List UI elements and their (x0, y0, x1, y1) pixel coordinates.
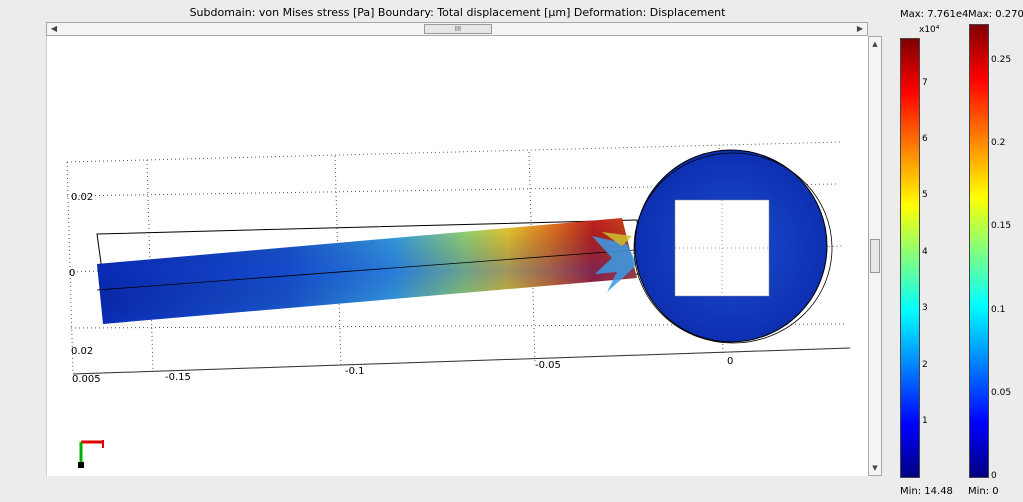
x-axis-line (72, 347, 851, 375)
stress-tick: 5 (922, 190, 928, 200)
stress-tick: 4 (922, 247, 928, 257)
axis-triad-icon (78, 440, 104, 468)
stress-max-label: Max: 7.761e4 (900, 9, 969, 20)
stress-colorbar (900, 38, 920, 478)
y-tick: 0.02 (71, 192, 93, 203)
stress-tick: 2 (922, 360, 928, 370)
x-tick: 0 (727, 356, 733, 367)
scroll-right-icon[interactable]: ▶ (853, 23, 867, 35)
disp-tick: 0.25 (991, 55, 1012, 65)
vertical-scrollbar[interactable]: ▲ ▼ (868, 36, 882, 476)
disp-tick: 0 (991, 471, 997, 481)
disp-tick: 0.1 (991, 305, 1006, 315)
disp-tick: 0.2 (991, 138, 1006, 148)
x-tick: -0.1 (345, 366, 365, 377)
horizontal-scrollbar[interactable]: ◀ III ▶ (46, 22, 868, 36)
plot-title: Subdomain: von Mises stress [Pa] Boundar… (189, 6, 726, 19)
y-tick: 0 (69, 268, 75, 279)
stress-tick: 6 (922, 134, 928, 144)
vertical-scroll-thumb[interactable] (870, 239, 880, 273)
scroll-up-icon[interactable]: ▲ (869, 37, 881, 51)
stress-min-label: Min: 14.48 (900, 486, 953, 497)
x-tick: -0.05 (535, 360, 561, 371)
stress-exponent-label: x10⁴ (919, 25, 940, 35)
disp-max-label: Max: 0.270 (968, 9, 1023, 20)
disp-tick: 0.15 (991, 221, 1012, 231)
y-tick: 0.02 (71, 346, 93, 357)
scroll-left-icon[interactable]: ◀ (47, 23, 61, 35)
stress-tick: 7 (922, 78, 928, 88)
scroll-down-icon[interactable]: ▼ (869, 461, 881, 475)
corner-tick: 0.005 (72, 374, 101, 385)
stress-tick: 1 (922, 416, 928, 426)
disp-min-label: Min: 0 (968, 486, 999, 497)
x-tick: -0.15 (165, 372, 191, 383)
horizontal-scroll-thumb[interactable]: III (424, 24, 492, 34)
plot-svg: -0.15 -0.1 -0.05 0 0.02 0 0.02 0.005 (66, 141, 851, 468)
disp-tick: 0.05 (991, 388, 1012, 398)
disp-colorbar (969, 24, 989, 478)
graphics-canvas[interactable]: -0.15 -0.1 -0.05 0 0.02 0 0.02 0.005 (46, 36, 868, 476)
stress-tick: 3 (922, 303, 928, 313)
